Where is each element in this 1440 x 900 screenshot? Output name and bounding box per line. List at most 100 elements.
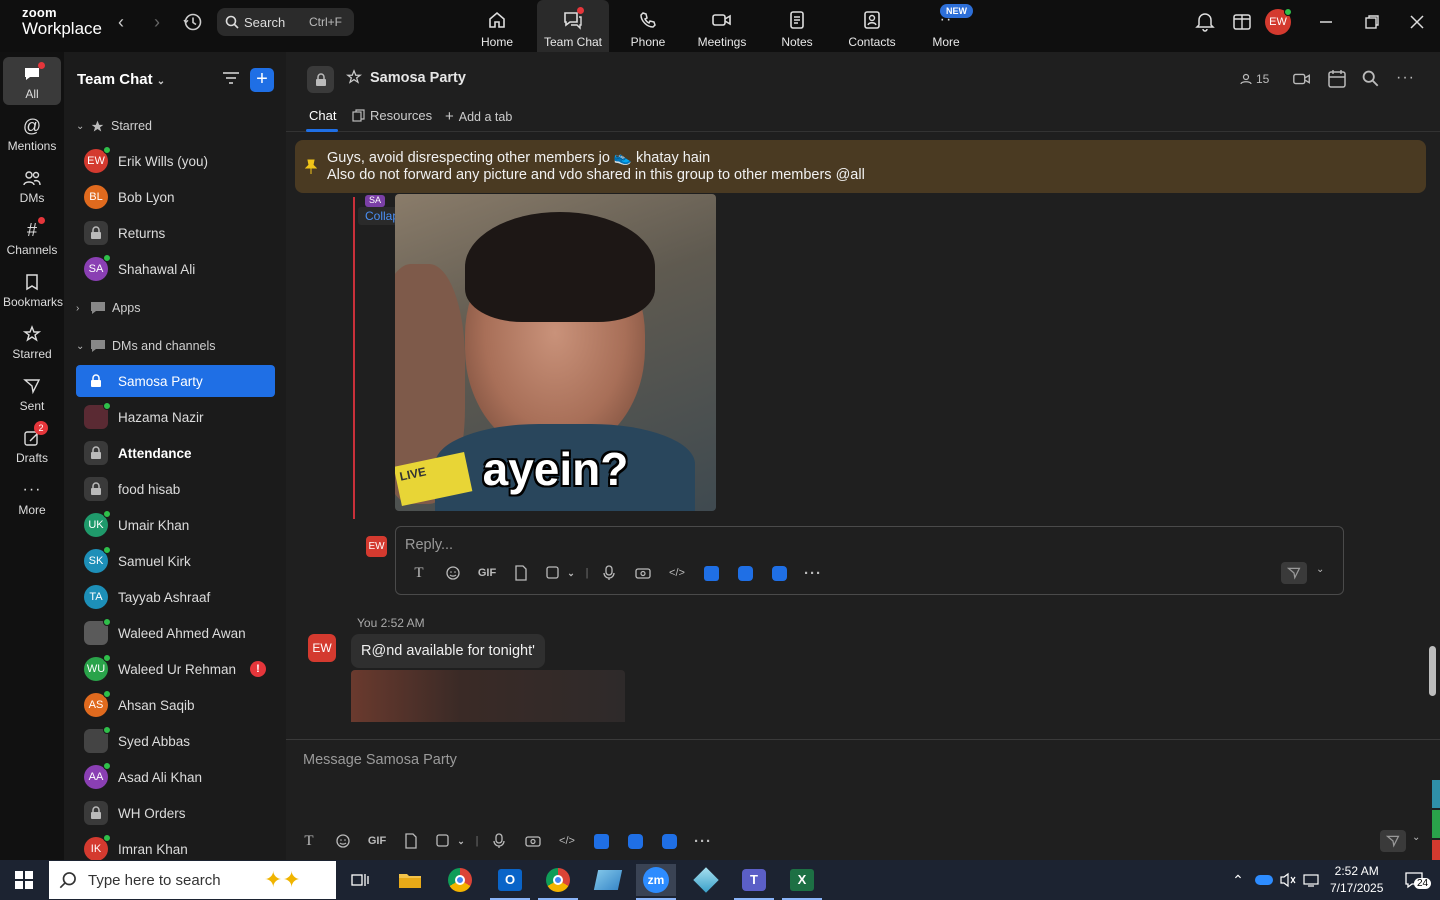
nav-phone[interactable]: Phone [612,0,684,52]
forward-arrow-icon[interactable]: › [147,12,167,32]
tab-chat[interactable]: Chat [309,108,336,123]
sidebar-item-returns[interactable]: Returns [76,217,275,249]
onedrive-icon[interactable] [1252,864,1276,896]
screenshot-icon[interactable]: ⌄ [428,831,472,851]
send-options-chevron-icon[interactable]: ⌄ [1316,564,1324,575]
message-avatar[interactable]: EW [308,634,336,662]
bell-icon[interactable] [1195,10,1219,34]
meme-image[interactable]: LIVE ayein? [395,194,716,511]
teams-icon[interactable]: T [734,864,774,896]
sidebar-item-waleed-ur-rehman[interactable]: WU Waleed Ur Rehman! [76,653,275,685]
nav-home[interactable]: Home [461,0,533,52]
calendar-icon[interactable] [1327,69,1347,89]
sidebar-item-waleed-ahmed-awan[interactable]: Waleed Ahmed Awan [76,617,275,649]
video-call-icon[interactable] [1292,69,1312,89]
sidebar-item-bob-lyon[interactable]: BL Bob Lyon [76,181,275,213]
sidebar-item-umair-khan[interactable]: UK Umair Khan [76,509,275,541]
member-count[interactable]: 15 [1240,72,1269,86]
screenshot-icon[interactable]: ⌄ [538,563,582,583]
sidebar-item-samuel-kirk[interactable]: SK Samuel Kirk [76,545,275,577]
emoji-icon[interactable] [436,563,470,583]
section-starred[interactable]: ⌄ Starred [76,116,152,136]
back-arrow-icon[interactable]: ‹ [111,12,131,32]
rail-mentions[interactable]: @ Mentions [3,109,61,159]
taskbar-search[interactable]: Type here to search ✦✦ [49,861,336,899]
network-icon[interactable] [1300,864,1324,896]
new-chat-button[interactable]: + [250,68,274,92]
sidebar-item-samosa-party[interactable]: Samosa Party [76,365,275,397]
sidebar-item-erik-wills[interactable]: EW Erik Wills (you) [76,145,275,177]
nav-contacts[interactable]: Contacts [836,0,908,52]
nav-meetings[interactable]: Meetings [686,0,758,52]
tray-chevron-up-icon[interactable]: ⌃ [1226,864,1250,896]
windows-start-icon[interactable] [4,864,44,896]
format-text-icon[interactable]: T [402,563,436,583]
app-zoom-icon[interactable] [728,563,762,583]
code-icon[interactable]: </> [550,831,584,851]
message-input[interactable]: Message Samosa Party [303,752,457,768]
sidebar-item-hazama-nazir[interactable]: Hazama Nazir [76,401,275,433]
nav-team-chat[interactable]: Team Chat [537,0,609,52]
rail-starred[interactable]: Starred [3,317,61,367]
tab-resources[interactable]: Resources [352,108,432,123]
global-search[interactable]: Search Ctrl+F [217,8,354,36]
sidebar-item-wh-orders[interactable]: WH Orders [76,797,275,829]
sidebar-item-asad-ali-khan[interactable]: AA Asad Ali Khan [76,761,275,793]
app-diamond-icon[interactable] [686,864,726,896]
chrome-icon[interactable] [440,864,480,896]
message-composer[interactable]: Message Samosa Party T GIF ⌄ | </> ··· ⌄ [286,739,1440,860]
more-tools-icon[interactable]: ··· [686,831,720,851]
rail-bookmarks[interactable]: Bookmarks [3,265,63,315]
message-bubble[interactable]: R@nd available for tonight' [351,634,545,668]
more-options-icon[interactable]: ··· [1396,69,1416,89]
file-explorer-icon[interactable] [390,864,430,896]
rail-dms[interactable]: DMs [3,161,61,211]
filter-icon[interactable] [222,70,240,91]
gif-icon[interactable]: GIF [470,563,504,583]
file-icon[interactable] [504,563,538,583]
reply-input[interactable]: Reply... [405,537,453,553]
chrome-profile-icon[interactable] [538,864,578,896]
star-icon[interactable] [345,69,363,90]
send-button[interactable] [1380,830,1406,852]
video-clip-icon[interactable] [516,831,550,851]
emoji-icon[interactable] [326,831,360,851]
volume-icon[interactable] [1276,864,1300,896]
photos-app-icon[interactable] [588,864,628,896]
chat-scrollbar[interactable] [1429,646,1436,696]
code-icon[interactable]: </> [660,563,694,583]
app-zoom-icon[interactable] [618,831,652,851]
history-icon[interactable] [182,11,204,33]
sidebar-item-shahawal-ali[interactable]: SA Shahawal Ali [76,253,275,285]
nav-notes[interactable]: Notes [761,0,833,52]
tab-add[interactable]: + Add a tab [445,108,512,125]
task-view-icon[interactable] [340,864,380,896]
excel-icon[interactable]: X [782,864,822,896]
rail-more[interactable]: ··· More [3,473,61,523]
outlook-icon[interactable]: O [490,864,530,896]
app-whiteboard-icon[interactable] [762,563,796,583]
minimize-icon[interactable] [1316,12,1336,32]
section-apps[interactable]: › Apps [76,298,141,318]
rail-drafts[interactable]: Drafts 2 [3,421,61,471]
close-icon[interactable] [1407,12,1427,32]
message-image[interactable] [351,670,625,722]
system-clock[interactable]: 2:52 AM 7/17/2025 [1330,863,1383,897]
app-docs-icon[interactable] [694,563,728,583]
pinned-message[interactable]: Guys, avoid disrespecting other members … [295,140,1426,193]
gif-icon[interactable]: GIF [360,831,394,851]
calendar-gift-icon[interactable] [1231,10,1255,34]
video-clip-icon[interactable] [626,563,660,583]
microphone-icon[interactable] [592,563,626,583]
more-tools-icon[interactable]: ··· [796,563,830,583]
notification-center-icon[interactable]: 24 [1394,864,1434,896]
file-icon[interactable] [394,831,428,851]
app-whiteboard-icon[interactable] [652,831,686,851]
sidebar-item-syed-abbas[interactable]: Syed Abbas [76,725,275,757]
zoom-taskbar-icon[interactable]: zm [636,864,676,896]
reply-box[interactable]: Reply... T GIF ⌄ | </> ··· ⌄ [395,526,1344,595]
rail-channels[interactable]: # Channels [3,213,61,263]
app-docs-icon[interactable] [584,831,618,851]
section-dms-channels[interactable]: ⌄ DMs and channels [76,336,216,356]
sidebar-item-attendance[interactable]: Attendance [76,437,275,469]
